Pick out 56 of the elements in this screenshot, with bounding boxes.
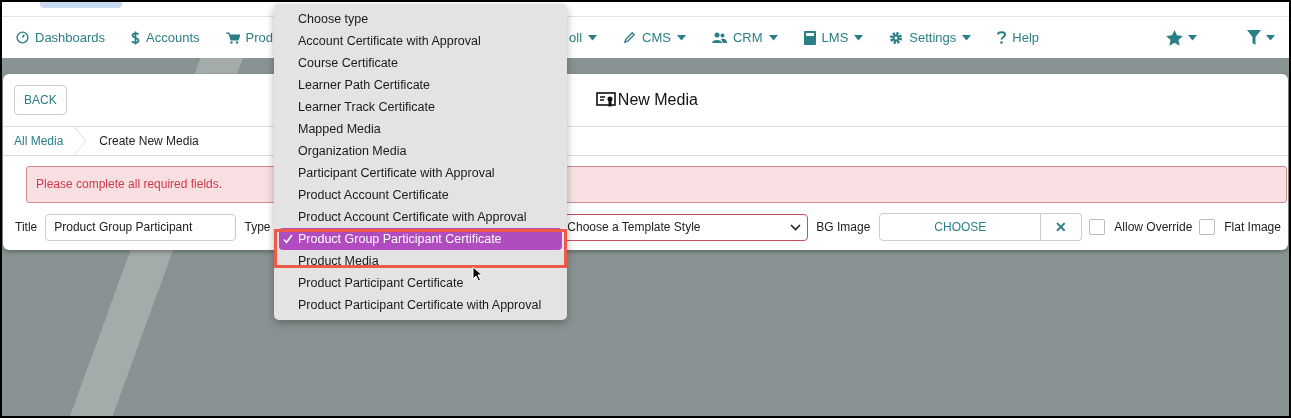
title-input[interactable]: Product Group Participant	[45, 213, 236, 241]
pencil-icon	[623, 31, 637, 44]
checkbox-label: Flat Image	[1224, 220, 1281, 234]
dollar-icon	[131, 30, 141, 45]
choose-button[interactable]: CHOOSE	[879, 213, 1042, 241]
caret-icon	[588, 34, 598, 41]
gauge-icon	[16, 31, 29, 44]
book-icon	[803, 30, 816, 45]
clear-button[interactable]: ✕	[1041, 213, 1083, 241]
checkbox-label: Allow Override	[1114, 220, 1193, 234]
dropdown-option[interactable]: Mapped Media	[279, 118, 562, 140]
dropdown-option[interactable]: Product Participant Certificate with Approval	[279, 294, 562, 316]
caret-icon	[768, 34, 778, 41]
dropdown-option[interactable]: Product Media	[279, 250, 562, 272]
dropdown-option[interactable]: Choose type	[279, 8, 562, 30]
dropdown-option[interactable]: Organization Media	[279, 140, 562, 162]
bg-image-label: BG Image	[816, 220, 871, 234]
dropdown-option[interactable]: Learner Track Certificate	[279, 96, 562, 118]
gear-icon	[889, 30, 904, 45]
nav-menu-item[interactable]: oll	[569, 30, 598, 45]
back-button[interactable]: BACK	[14, 85, 67, 115]
caret-icon	[1188, 34, 1197, 41]
chevron-down-icon	[790, 223, 802, 231]
star-icon	[1166, 29, 1183, 46]
nav-menu-item[interactable]: Dashboards	[16, 30, 106, 45]
question-icon	[997, 31, 1007, 44]
nav-menu-item[interactable]: CMS	[623, 30, 686, 45]
nav-menu-item[interactable]: Settings	[889, 30, 972, 45]
checkbox[interactable]	[1199, 219, 1216, 235]
checkbox[interactable]	[1089, 219, 1106, 235]
nav-menu-item[interactable]: LMS	[803, 30, 864, 45]
mouse-pointer-icon	[472, 266, 483, 282]
nav-menu-item[interactable]: Prod	[225, 30, 274, 45]
caret-icon	[962, 34, 972, 41]
dropdown-option[interactable]: Product Account Certificate	[279, 184, 562, 206]
breadcrumb-link[interactable]: All Media	[14, 134, 64, 148]
dropdown-option[interactable]: Course Certificate	[279, 52, 562, 74]
page-title: New Media	[617, 91, 698, 109]
nav-menu-item[interactable]: CRM	[711, 30, 778, 45]
filter-icon	[1247, 30, 1261, 45]
checkmark-icon	[283, 234, 293, 244]
title-label: Title	[15, 220, 38, 234]
nav-menu-item[interactable]: Accounts	[131, 30, 200, 45]
certificate-icon	[595, 92, 616, 108]
caret-icon	[854, 34, 864, 41]
people-icon	[711, 32, 727, 43]
dropdown-option[interactable]: Account Certificate with Approval	[279, 30, 562, 52]
dropdown-option[interactable]: Product Participant Certificate	[279, 272, 562, 294]
nav-menu-item[interactable]: Help	[997, 30, 1040, 45]
dropdown-option[interactable]: Learner Path Certificate	[279, 74, 562, 96]
cart-icon	[225, 31, 240, 44]
type-label: Type	[244, 220, 271, 234]
caret-icon	[676, 34, 686, 41]
caret-icon	[1266, 34, 1275, 41]
breadcrumb-current: Create New Media	[99, 134, 199, 148]
dropdown-option[interactable]: Product Group Participant Certificate	[279, 228, 562, 250]
